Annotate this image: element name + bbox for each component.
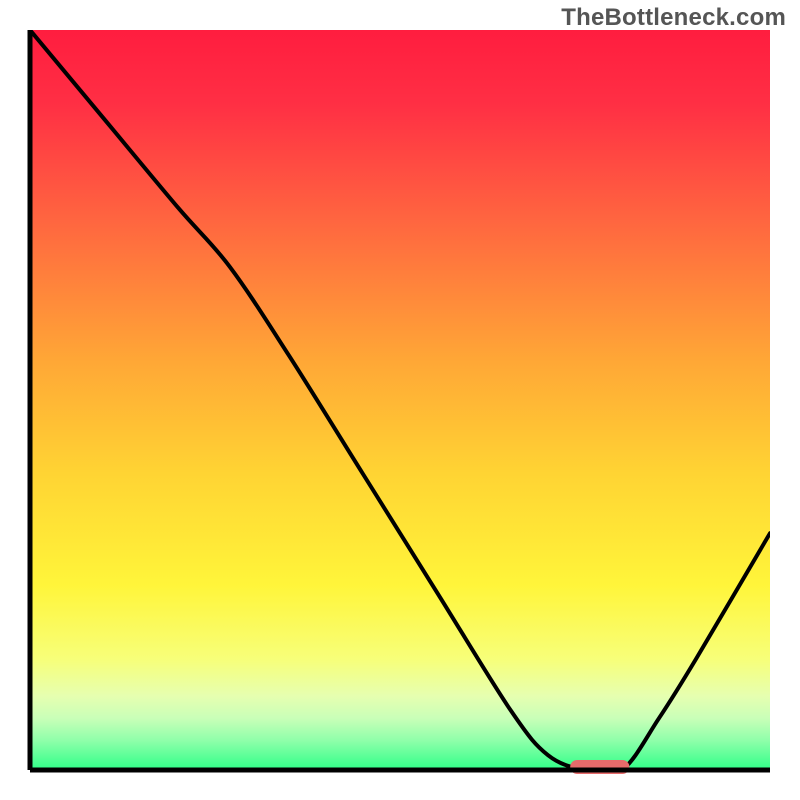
chart-container: TheBottleneck.com (0, 0, 800, 800)
gradient-background (30, 30, 770, 770)
watermark-text: TheBottleneck.com (561, 4, 786, 32)
bottleneck-chart (0, 0, 800, 800)
